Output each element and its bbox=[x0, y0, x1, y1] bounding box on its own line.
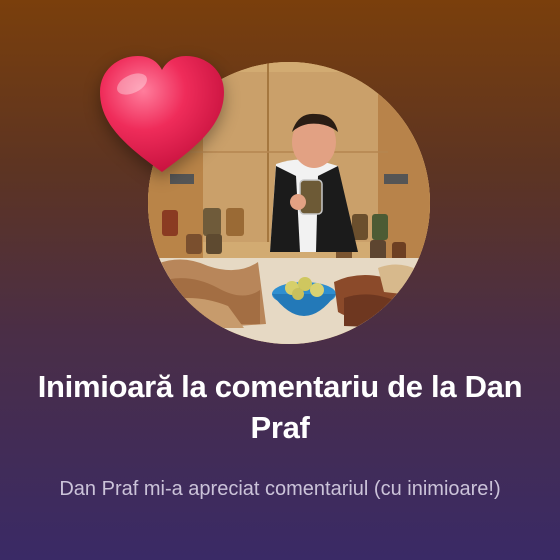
notification-card[interactable]: Inimioară la comentariu de la Dan Praf D… bbox=[0, 0, 560, 560]
notification-body: Dan Praf mi-a apreciat comentariul (cu i… bbox=[59, 478, 501, 500]
heart-icon bbox=[100, 56, 224, 172]
notification-title: Inimioară la comentariu de la Dan Praf bbox=[37, 369, 523, 445]
